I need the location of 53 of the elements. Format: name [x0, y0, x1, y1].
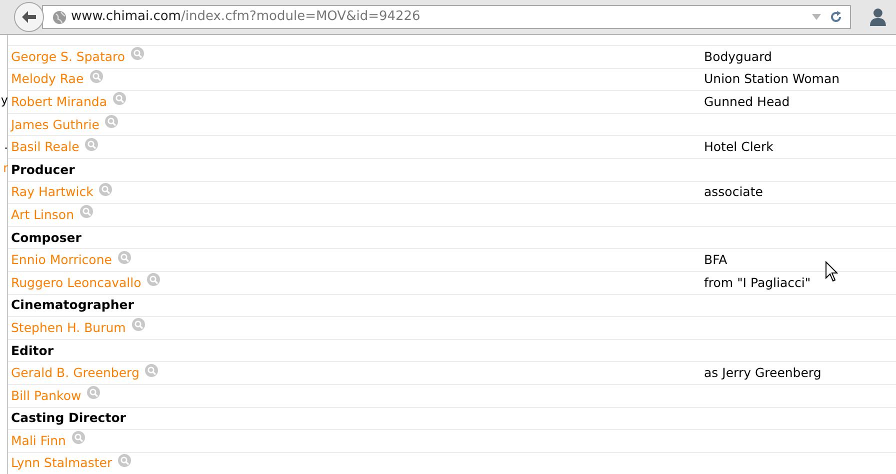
back-button[interactable]	[14, 2, 44, 32]
magnifier-icon[interactable]	[85, 138, 98, 151]
section-heading: Producer	[11, 160, 75, 179]
person-link[interactable]: Lynn Stalmaster	[11, 452, 112, 474]
magnifier-icon[interactable]	[72, 431, 85, 444]
section-heading: Cinematographer	[11, 296, 134, 314]
user-icon[interactable]	[870, 8, 886, 26]
cut-text: y	[0, 94, 8, 106]
magnifier-icon[interactable]	[131, 47, 144, 60]
role-text: Union Station Woman	[704, 70, 840, 88]
url-text: www.chimai.com/index.cfm?module=MOV&id=94226	[71, 8, 422, 26]
section-heading: Editor	[11, 342, 54, 360]
section-heading: Casting Director	[11, 409, 126, 428]
magnifier-icon[interactable]	[132, 318, 145, 332]
person-link[interactable]: Stephen H. Burum	[11, 316, 126, 339]
section-heading: Composer	[11, 228, 82, 247]
role-text: BFA	[704, 251, 728, 270]
magnifier-icon[interactable]	[105, 115, 118, 128]
magnifier-icon[interactable]	[99, 182, 112, 196]
person-link[interactable]: Mali Finn	[11, 430, 66, 452]
dropdown-icon[interactable]	[812, 14, 822, 20]
person-link[interactable]: Ray Hartwick	[11, 181, 94, 204]
back-arrow-icon	[22, 11, 36, 23]
mouse-cursor-icon	[825, 261, 838, 282]
person-link[interactable]: James Guthrie	[11, 114, 100, 136]
role-text: associate	[704, 183, 763, 202]
magnifier-icon[interactable]	[80, 205, 94, 218]
globe-icon	[53, 10, 66, 24]
magnifier-icon[interactable]	[87, 386, 100, 400]
magnifier-icon[interactable]	[90, 70, 103, 83]
magnifier-icon[interactable]	[118, 250, 131, 264]
magnifier-icon[interactable]	[145, 364, 158, 377]
role-text: Hotel Clerk	[704, 138, 774, 156]
role-text: from "I Pagliacci"	[704, 274, 811, 292]
person-link[interactable]: Melody Rae	[11, 68, 84, 90]
person-link[interactable]: Ennio Morricone	[11, 249, 112, 272]
magnifier-icon[interactable]	[118, 454, 132, 467]
person-link[interactable]: Gerald B. Greenberg	[11, 362, 140, 384]
person-link[interactable]: Robert Miranda	[11, 90, 107, 113]
person-link[interactable]: George S. Spataro	[11, 46, 126, 68]
person-link[interactable]: Basil Reale	[11, 136, 80, 158]
address-bar[interactable]: www.chimai.com/index.cfm?module=MOV&id=94226	[42, 5, 852, 29]
role-text: Bodyguard	[704, 48, 772, 66]
person-link[interactable]: Bill Pankow	[11, 384, 82, 407]
role-text: Gunned Head	[704, 92, 790, 111]
role-text: as Jerry Greenberg	[704, 364, 822, 382]
person-link[interactable]: Ruggero Leoncavallo	[11, 272, 142, 294]
cut-text: .	[4, 139, 8, 152]
cut-text: r	[3, 162, 8, 174]
person-link[interactable]: Art Linson	[11, 204, 74, 226]
magnifier-icon[interactable]	[112, 92, 126, 106]
reload-icon[interactable]	[830, 11, 842, 23]
magnifier-icon[interactable]	[147, 273, 160, 286]
